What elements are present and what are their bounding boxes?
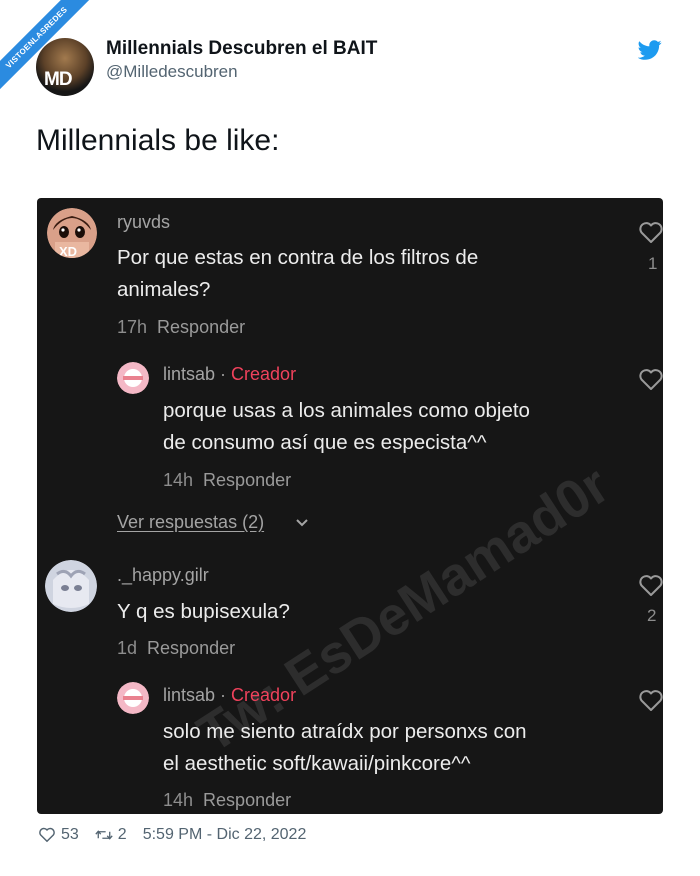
reply-meta: 14h Responder — [163, 470, 291, 491]
comment-time: 1d — [117, 638, 138, 658]
reply-text: porque usas a los animales como objeto d… — [163, 395, 530, 459]
separator: · — [220, 364, 227, 384]
comment-text: Por que estas en contra de los filtros d… — [117, 242, 478, 306]
tweet-text: Millennials be like: — [36, 124, 280, 157]
separator: · — [220, 685, 227, 705]
creator-avatar[interactable] — [117, 682, 149, 714]
like-count: 1 — [648, 254, 658, 273]
creator-name[interactable]: lintsab — [163, 685, 215, 705]
tweet-footer: 53 2 5:59 PM - Dic 22, 2022 — [38, 826, 306, 844]
creator-name-row: lintsab · Creador — [163, 685, 296, 706]
heart-icon[interactable] — [638, 688, 663, 712]
comment-line: animales? — [117, 278, 211, 301]
tweet-retweet-count: 2 — [117, 826, 127, 843]
creator-badge: Creador — [231, 685, 297, 705]
reply-meta: 14h Responder — [163, 790, 291, 811]
twitter-bird-icon[interactable] — [638, 38, 662, 62]
reply-button[interactable]: Responder — [203, 470, 291, 490]
display-name[interactable]: Millennials Descubren el BAIT — [106, 38, 377, 60]
comment-meta: 17h Responder — [117, 317, 245, 338]
tweet-media-image[interactable]: Tw: EsDeMamad0r XD ryuvds Por que estas … — [37, 198, 663, 814]
tweet-like-count: 53 — [61, 826, 79, 843]
reply-line: porque usas a los animales como objeto — [163, 399, 530, 422]
tweet-timestamp[interactable]: 5:59 PM - Dic 22, 2022 — [143, 826, 307, 844]
reply-time: 14h — [163, 790, 194, 810]
comment-text: Y q es bupisexula? — [117, 596, 290, 628]
creator-name-row: lintsab · Creador — [163, 364, 296, 385]
reply-button[interactable]: Responder — [147, 638, 235, 658]
creator-avatar[interactable] — [117, 362, 149, 394]
commenter-avatar[interactable] — [45, 560, 97, 612]
commenter-avatar[interactable]: XD — [47, 208, 97, 258]
comment-meta: 1d Responder — [117, 638, 235, 659]
avatar-text: MD — [44, 69, 73, 90]
user-handle[interactable]: @Milledescubren — [106, 62, 238, 82]
svg-text:XD: XD — [59, 244, 77, 258]
reply-button[interactable]: Responder — [157, 317, 245, 337]
chevron-down-icon — [296, 519, 308, 527]
commenter-name[interactable]: ryuvds — [117, 212, 170, 233]
creator-badge: Creador — [231, 364, 297, 384]
avatar[interactable]: MD — [36, 38, 94, 96]
commenter-name[interactable]: ._happy.gilr — [117, 565, 209, 586]
comment-line: Y q es bupisexula? — [117, 600, 290, 623]
reply-line: solo me siento atraídx por personxs con — [163, 720, 527, 743]
reply-time: 14h — [163, 470, 194, 490]
reply-button[interactable]: Responder — [203, 790, 291, 810]
like-count: 2 — [647, 606, 657, 625]
creator-name[interactable]: lintsab — [163, 364, 215, 384]
view-replies-link[interactable]: Ver respuestas (2) — [117, 512, 264, 533]
comment-line: Por que estas en contra de los filtros d… — [117, 246, 479, 269]
reply-text: solo me siento atraídx por personxs con … — [163, 716, 527, 780]
heart-icon[interactable] — [638, 367, 663, 391]
comment-time: 17h — [117, 317, 148, 337]
reply-line: el aesthetic soft/kawaii/pinkcore^^ — [163, 752, 471, 775]
heart-icon[interactable] — [638, 573, 663, 597]
view-replies-label: Ver respuestas (2) — [117, 512, 265, 532]
heart-icon[interactable] — [638, 220, 663, 244]
like-heart-icon[interactable] — [38, 826, 56, 844]
retweet-icon[interactable] — [95, 826, 113, 844]
reply-line: de consumo así que es especista^^ — [163, 431, 487, 454]
